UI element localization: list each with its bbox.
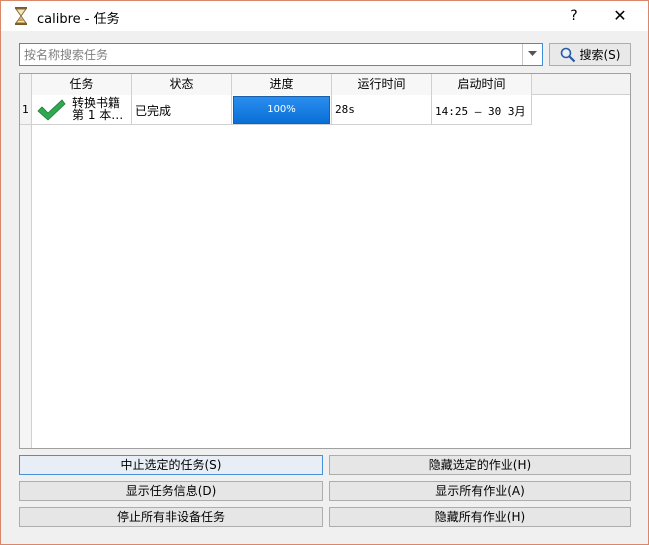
show-all-jobs-button[interactable]: 显示所有作业(A) — [329, 481, 631, 501]
column-header-start-time[interactable]: 启动时间 — [432, 74, 532, 95]
search-button[interactable]: 搜索(S) — [549, 43, 631, 66]
table-row[interactable]: 1 转换书籍 第 1 本… 已完成 100% 28s 14:25 — 30 3月 — [20, 95, 630, 125]
help-button[interactable]: ? — [557, 3, 591, 29]
status-text: 已完成 — [135, 104, 172, 118]
job-name: 转换书籍 第 1 本… — [72, 97, 123, 121]
hide-selected-jobs-button[interactable]: 隐藏选定的作业(H) — [329, 455, 631, 475]
stop-all-non-device-jobs-button[interactable]: 停止所有非设备任务 — [19, 507, 323, 527]
table-header: 任务 状态 进度 运行时间 启动时间 — [20, 74, 630, 95]
row-number: 1 — [20, 95, 32, 125]
chevron-down-icon — [528, 51, 537, 56]
table-corner — [20, 74, 32, 95]
window-title: calibre - 任务 — [37, 12, 120, 27]
close-button[interactable]: ✕ — [597, 3, 643, 29]
running-time: 28s — [335, 103, 355, 116]
row-header-column — [20, 74, 32, 448]
jobs-table[interactable]: 任务 状态 进度 运行时间 启动时间 1 转换书籍 第 1 本… 已完成 100… — [19, 73, 631, 449]
search-icon — [560, 47, 575, 62]
search-history-dropdown[interactable] — [522, 44, 542, 65]
start-time: 14:25 — 30 3月 — [435, 105, 526, 118]
hide-all-jobs-button[interactable]: 隐藏所有作业(H) — [329, 507, 631, 527]
column-header-status[interactable]: 状态 — [132, 74, 232, 95]
search-button-label: 搜索(S) — [579, 48, 621, 62]
hourglass-icon — [15, 7, 27, 25]
column-header-job[interactable]: 任务 — [32, 74, 132, 95]
checkmark-icon — [37, 99, 66, 121]
job-name-line2: 第 1 本… — [72, 108, 124, 122]
title-bar: calibre - 任务 ? ✕ — [1, 1, 648, 31]
start-time-cell: 14:25 — 30 3月 — [432, 95, 532, 125]
status-cell: 已完成 — [132, 95, 232, 125]
column-header-progress[interactable]: 进度 — [232, 74, 332, 95]
show-job-details-button[interactable]: 显示任务信息(D) — [19, 481, 323, 501]
column-header-running-time[interactable]: 运行时间 — [332, 74, 432, 95]
abort-selected-jobs-button[interactable]: 中止选定的任务(S) — [19, 455, 323, 475]
job-cell: 转换书籍 第 1 本… — [32, 95, 132, 125]
progress-bar: 100% — [233, 96, 330, 124]
search-combobox[interactable] — [19, 43, 543, 66]
progress-cell: 100% — [232, 95, 332, 125]
search-input[interactable] — [22, 45, 520, 64]
jobs-window: calibre - 任务 ? ✕ 搜索(S) 任务 状态 进度 运行时间 启动时… — [0, 0, 649, 545]
running-time-cell: 28s — [332, 95, 432, 125]
progress-label: 100% — [267, 104, 296, 115]
